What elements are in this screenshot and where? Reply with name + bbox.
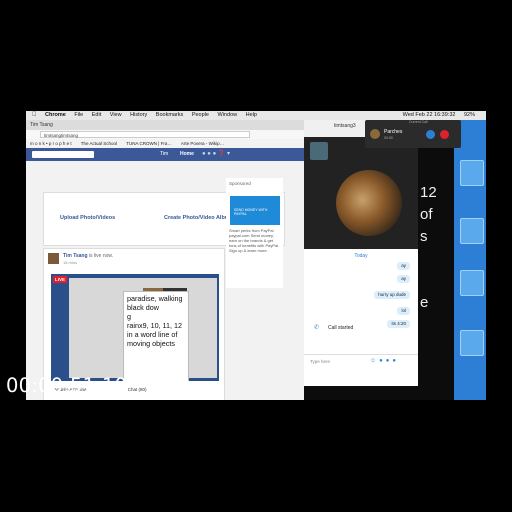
input-toolbar-icons[interactable]: ☺●●●	[370, 358, 399, 364]
live-badge: LIVE	[53, 276, 67, 283]
background-text-line: of	[420, 206, 433, 223]
video-screen-content: paradise, walking black dow g rainx9, 10…	[69, 278, 217, 381]
home-link[interactable]: Home	[180, 150, 194, 159]
day-separator: Today	[354, 253, 368, 259]
profile-link[interactable]: Tim	[160, 150, 168, 159]
menu-people[interactable]: People	[192, 112, 209, 118]
menu-app-name[interactable]: Chrome	[45, 112, 66, 118]
mac-menu-bar:  Chrome File Edit View History Bookmark…	[26, 111, 486, 120]
skype-window: timtsang3 Today ay ay hurry up dude lol …	[304, 120, 454, 400]
message-input[interactable]: Type here	[310, 359, 330, 364]
menu-status-area: Wed Feb 22 16:39:32 92%	[403, 111, 482, 120]
menu-view[interactable]: View	[110, 112, 122, 118]
ad-description: Smart perks from PayPal paypal.com Send …	[229, 228, 280, 253]
create-album-link[interactable]: Create Photo/Video Album	[164, 215, 233, 221]
background-text-line: 12	[420, 184, 437, 201]
background-text: 12 of s e	[420, 182, 454, 314]
menu-bookmarks[interactable]: Bookmarks	[156, 112, 184, 118]
chat-panel: Today ay ay hurry up dude lol its 4:20 ✆…	[304, 249, 418, 386]
desktop-file-icon[interactable]	[460, 330, 484, 356]
notes-line: moving objects	[127, 339, 175, 348]
call-started-text: Call started	[328, 325, 354, 331]
timecode: 00:00:51;10	[6, 374, 128, 397]
background-text-line: s	[420, 228, 428, 245]
phone-icon: ✆	[314, 325, 320, 331]
notes-line: paradise, walking	[127, 294, 183, 303]
notes-line: black dow	[127, 303, 159, 312]
menu-help[interactable]: Help	[246, 112, 257, 118]
notes-window: paradise, walking black dow g rainx9, 10…	[123, 291, 189, 381]
background-text-line	[420, 270, 454, 292]
background-text-line: e	[420, 294, 429, 311]
notes-text: paradise, walking black dow g rainx9, 10…	[127, 294, 189, 348]
current-call-popup: Current Call Parches 00:00	[365, 120, 461, 148]
menu-window[interactable]: Window	[218, 112, 238, 118]
menu-edit[interactable]: Edit	[92, 112, 101, 118]
facebook-header: Tim Home ● ● ● ❓ ▾	[26, 148, 304, 161]
notes-line: rainx9, 10, 11, 12	[127, 321, 183, 330]
live-video[interactable]: LIVE paradise, walking black dow g rainx…	[51, 274, 219, 381]
notes-line: in a word line of	[127, 330, 178, 339]
contact-name[interactable]: timtsang3	[334, 123, 356, 129]
desktop-background	[454, 120, 486, 400]
upload-photo-link[interactable]: Upload Photo/Videos	[60, 215, 115, 221]
desktop-file-icon[interactable]	[460, 218, 484, 244]
post-time[interactable]: 18 mins	[63, 260, 77, 265]
bookmark-item[interactable]: The Actual School	[81, 141, 117, 146]
call-video	[304, 137, 418, 249]
message-input-area: Type here ☺●●●	[304, 354, 418, 369]
caller-name: Parches	[384, 129, 403, 135]
ad-image[interactable]: SEND MONEY WITH PAYPAL	[230, 196, 280, 225]
apple-icon[interactable]: 	[32, 112, 37, 118]
bookmark-item[interactable]: TUNA CROWN | Fra…	[126, 141, 172, 146]
post-status: is live now.	[88, 253, 114, 259]
bookmark-item[interactable]: Arte Povera - Wikip…	[181, 141, 224, 146]
hang-up-button[interactable]	[440, 130, 449, 139]
clock[interactable]: Wed Feb 22 16:39:32	[403, 112, 456, 118]
address-bar[interactable]: timtsangtimtsang	[40, 131, 250, 138]
self-camera	[310, 142, 328, 160]
call-info-button[interactable]	[426, 130, 435, 139]
chat-message: lol	[397, 307, 410, 315]
screen-recording:  Chrome File Edit View History Bookmark…	[26, 111, 486, 400]
notification-icons[interactable]: ● ● ● ❓ ▾	[202, 151, 272, 158]
desktop-file-icon[interactable]	[460, 160, 484, 186]
sponsored-title: Sponsored	[229, 181, 251, 186]
menu-history[interactable]: History	[130, 112, 147, 118]
background-text-line	[420, 248, 454, 270]
chrome-window: Tim Tsang timtsangtimtsang m o n k • p r…	[26, 120, 304, 400]
chat-message: ay	[397, 262, 410, 270]
sponsored-panel: Sponsored SEND MONEY WITH PAYPAL Smart p…	[226, 178, 283, 288]
facebook-search-input[interactable]	[32, 151, 94, 158]
chat-message: ay	[397, 275, 410, 283]
battery-level[interactable]: 92%	[464, 112, 475, 118]
caller-avatar	[336, 170, 402, 236]
bookmarks-bar: m o n k • p r o p h e t The Actual Schoo…	[26, 139, 304, 148]
chat-message: its 4:20	[387, 320, 410, 328]
chat-message: hurry up dude	[374, 291, 410, 299]
call-duration: 00:00	[384, 136, 393, 140]
notes-line: g	[127, 312, 131, 321]
menu-file[interactable]: File	[74, 112, 83, 118]
ad-text: SEND MONEY WITH PAYPAL	[234, 208, 268, 216]
bookmark-item[interactable]: m o n k • p r o p h e t	[30, 141, 72, 146]
avatar[interactable]	[48, 253, 59, 264]
chat-toggle[interactable]: Chat (80)	[128, 387, 147, 392]
post-author-line: Tim Tsang is live now.	[63, 253, 113, 259]
browser-tab[interactable]: Tim Tsang	[26, 120, 304, 130]
desktop-file-icon[interactable]	[460, 270, 484, 296]
caller-avatar-small	[370, 129, 380, 139]
popup-label: Current Call	[409, 120, 428, 124]
post-author[interactable]: Tim Tsang	[63, 253, 88, 259]
tab-title: Tim Tsang	[30, 122, 53, 128]
